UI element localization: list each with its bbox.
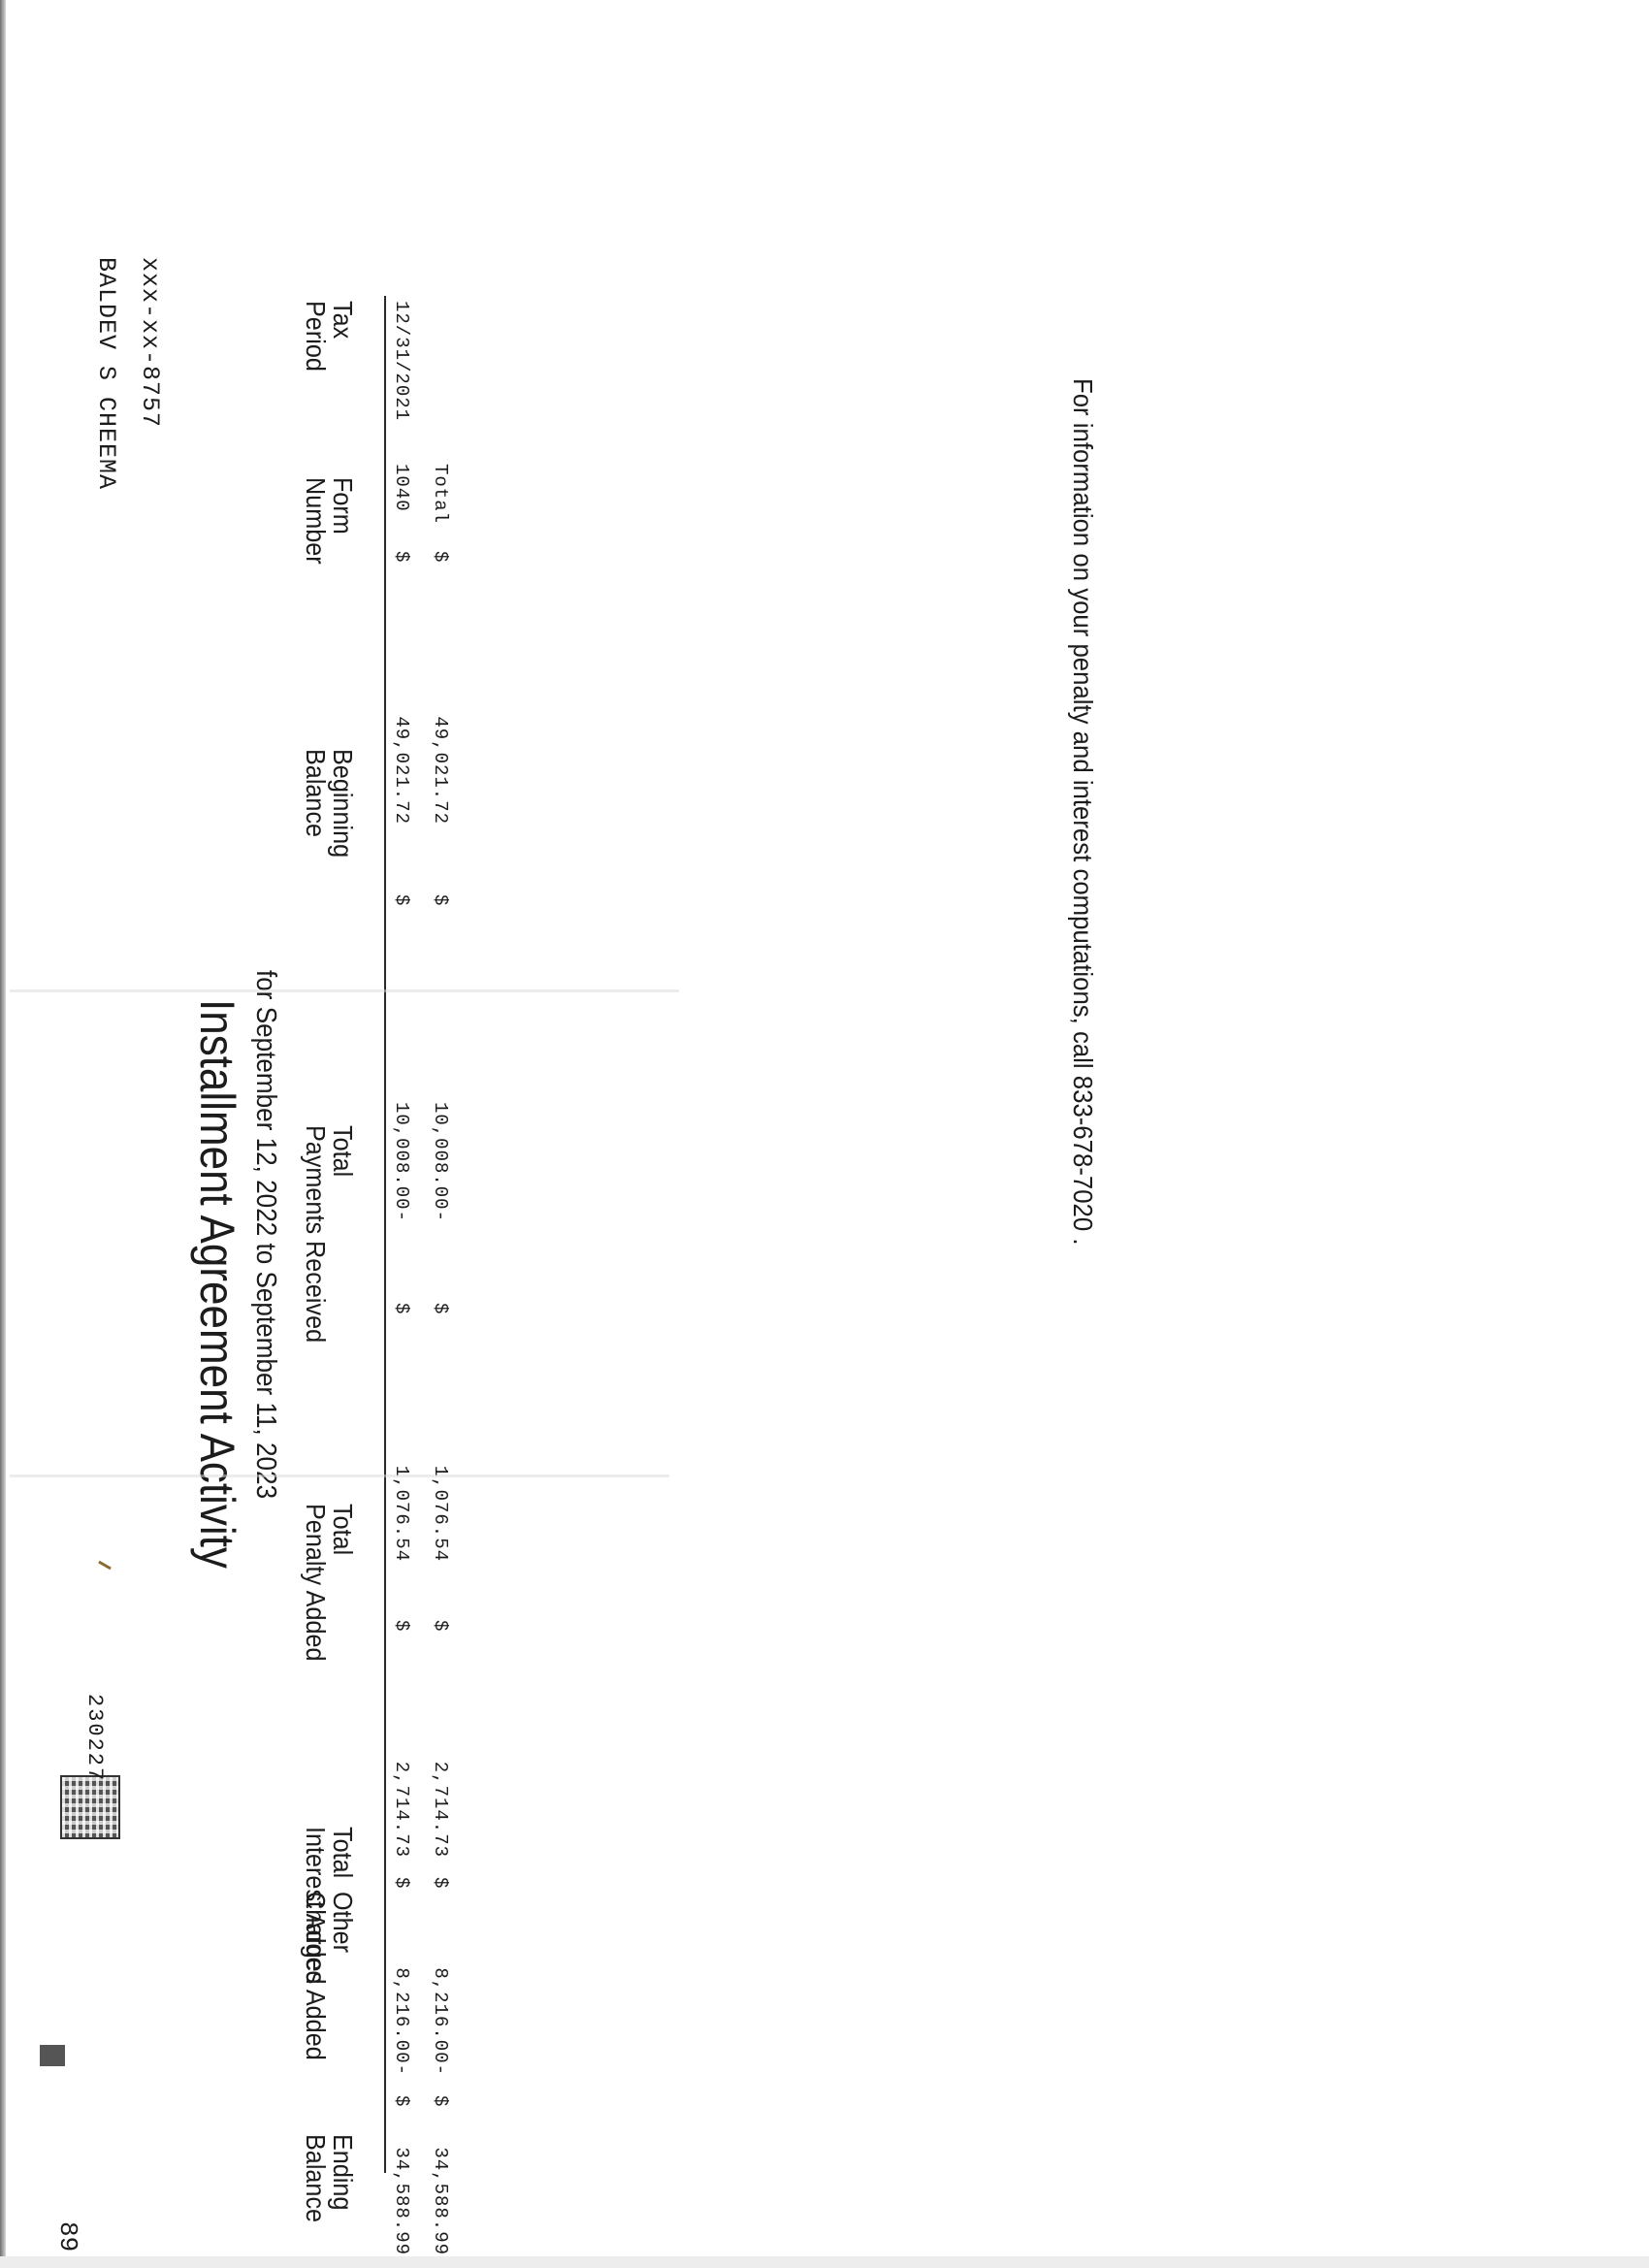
row-interest-added: 2,714.73	[391, 1761, 412, 1858]
total-beginning-balance: 49,021.72	[430, 716, 451, 825]
currency-sign: $	[391, 551, 412, 563]
header-rule	[384, 296, 386, 2173]
header-form-number: Form Number	[301, 477, 358, 565]
total-penalty-added: 1,076.54	[430, 1465, 451, 1562]
currency-sign: $	[430, 2095, 451, 2107]
footer-note: For information on your penalty and inte…	[1068, 378, 1098, 1246]
currency-sign: $	[430, 1303, 451, 1314]
currency-sign: $	[430, 1877, 451, 1889]
header-tax-period: Tax Period	[301, 301, 358, 372]
header-other-charges: Other Charges Added	[301, 1892, 358, 2060]
row-payments-received: 10,008.00-	[391, 1101, 412, 1222]
page-subtitle: for September 12, 2022 to September 11, …	[250, 970, 281, 1500]
currency-sign: $	[391, 1620, 412, 1632]
taxpayer-name: BALDEV S CHEEMA	[92, 257, 120, 491]
total-label: Total	[430, 464, 451, 525]
currency-sign: $	[430, 894, 451, 906]
total-ending-balance: 34,588.99	[430, 2147, 451, 2255]
document-code: 230227	[82, 1694, 107, 1783]
total-payments-received: 10,008.00-	[430, 1101, 451, 1222]
row-form-number: 1040	[391, 464, 412, 512]
registration-mark	[40, 2045, 65, 2066]
currency-sign: $	[391, 1877, 412, 1889]
header-beginning-balance: Beginning Balance	[301, 749, 358, 859]
row-ending-balance: 34,588.99	[391, 2147, 412, 2255]
currency-sign: $	[391, 894, 412, 906]
currency-sign: $	[430, 1620, 451, 1632]
row-other-charges: 8,216.00-	[391, 1967, 412, 2076]
row-beginning-balance: 49,021.72	[391, 716, 412, 825]
currency-sign: $	[391, 1303, 412, 1314]
currency-sign: $	[430, 551, 451, 563]
header-ending-balance: Ending Balance	[301, 2134, 358, 2223]
taxpayer-ssn: xxx-xx-8757	[136, 257, 164, 429]
total-other-charges: 8,216.00-	[430, 1967, 451, 2076]
scan-mark	[98, 1560, 112, 1571]
scan-streak	[10, 989, 679, 992]
barcode-2d	[60, 1775, 120, 1839]
row-tax-period: 12/31/2021	[391, 301, 412, 422]
total-interest-added: 2,714.73	[430, 1761, 451, 1858]
page-title: Installment Agreement Activity	[190, 999, 244, 1569]
page-number: 89	[53, 2221, 82, 2252]
row-penalty-added: 1,076.54	[391, 1465, 412, 1562]
header-payments-received: Total Payments Received	[301, 1125, 358, 1344]
document-page: 89 230227 BALDEV S CHEEMA xxx-xx-8757 In…	[0, 0, 1649, 2268]
header-penalty-added: Total Penalty Added	[301, 1504, 358, 1662]
scan-streak	[10, 1474, 669, 1477]
currency-sign: $	[391, 2095, 412, 2107]
